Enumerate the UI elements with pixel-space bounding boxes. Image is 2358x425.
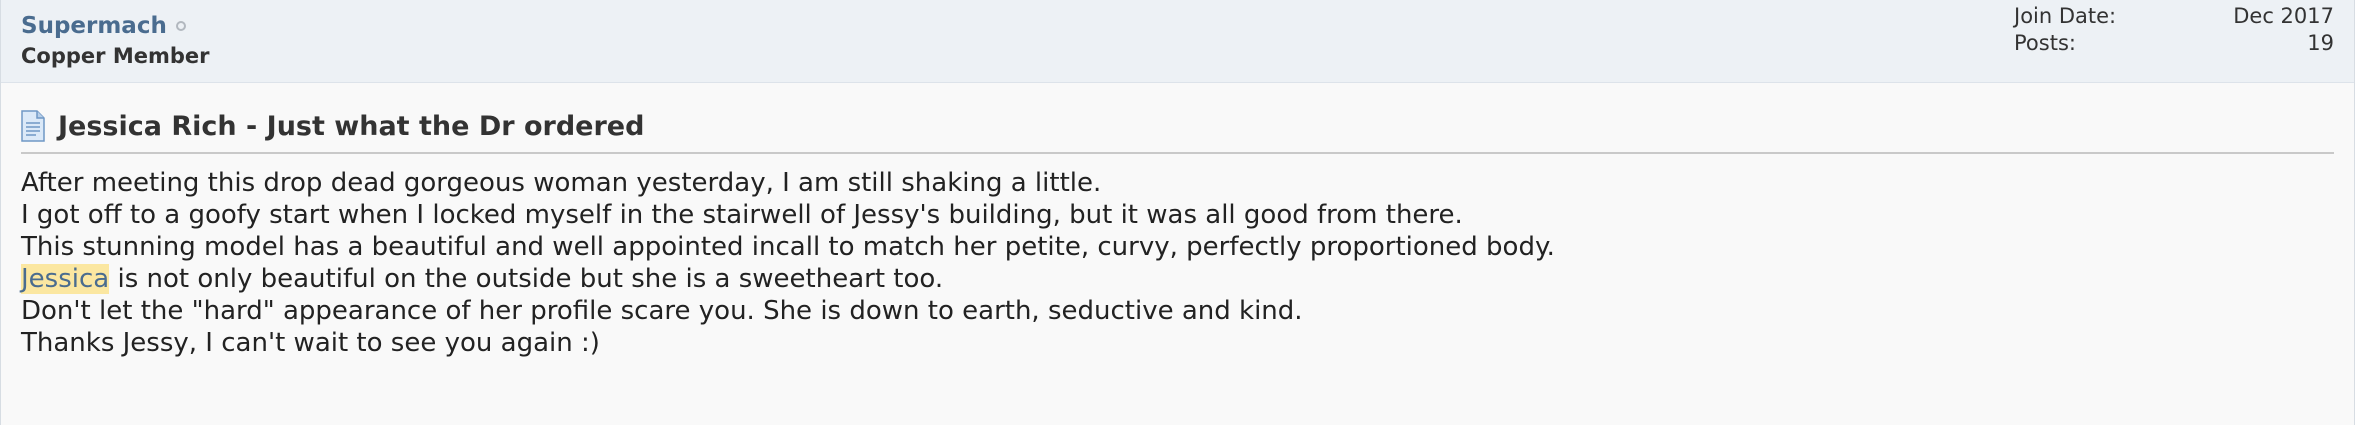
posts-label: Posts:: [2014, 31, 2076, 55]
user-info-bar: Supermach Copper Member Join Date: Dec 2…: [1, 0, 2354, 83]
join-date-value: Dec 2017: [2233, 4, 2334, 28]
message-line: Don't let the "hard" appearance of her p…: [21, 296, 1303, 326]
message-line: After meeting this drop dead gorgeous wo…: [21, 168, 1102, 198]
username-link[interactable]: Supermach: [21, 13, 167, 39]
join-date-row: Join Date: Dec 2017: [2014, 3, 2334, 30]
message-line: Thanks Jessy, I can't wait to see you ag…: [21, 328, 600, 358]
post-content: Jessica Rich - Just what the Dr ordered …: [21, 110, 2334, 359]
post-title-row: Jessica Rich - Just what the Dr ordered: [21, 110, 2334, 154]
user-title: Copper Member: [21, 44, 210, 68]
document-icon: [21, 110, 45, 142]
message-line: Jessica is not only beautiful on the out…: [21, 263, 2334, 295]
forum-post: Supermach Copper Member Join Date: Dec 2…: [0, 0, 2355, 425]
post-message: After meeting this drop dead gorgeous wo…: [21, 167, 2334, 359]
join-date-label: Join Date:: [2014, 4, 2117, 28]
offline-status-icon: [175, 21, 186, 31]
highlighted-search-term: Jessica: [21, 264, 110, 294]
posts-row: Posts: 19: [2014, 30, 2334, 57]
post-title: Jessica Rich - Just what the Dr ordered: [58, 110, 645, 142]
user-stats: Join Date: Dec 2017 Posts: 19: [2014, 3, 2334, 57]
message-line-rest: is not only beautiful on the outside but…: [109, 264, 944, 294]
message-line: I got off to a goofy start when I locked…: [21, 200, 1463, 230]
message-line: This stunning model has a beautiful and …: [21, 232, 1555, 262]
posts-value: 19: [2307, 31, 2334, 55]
username-row: Supermach: [21, 13, 186, 39]
